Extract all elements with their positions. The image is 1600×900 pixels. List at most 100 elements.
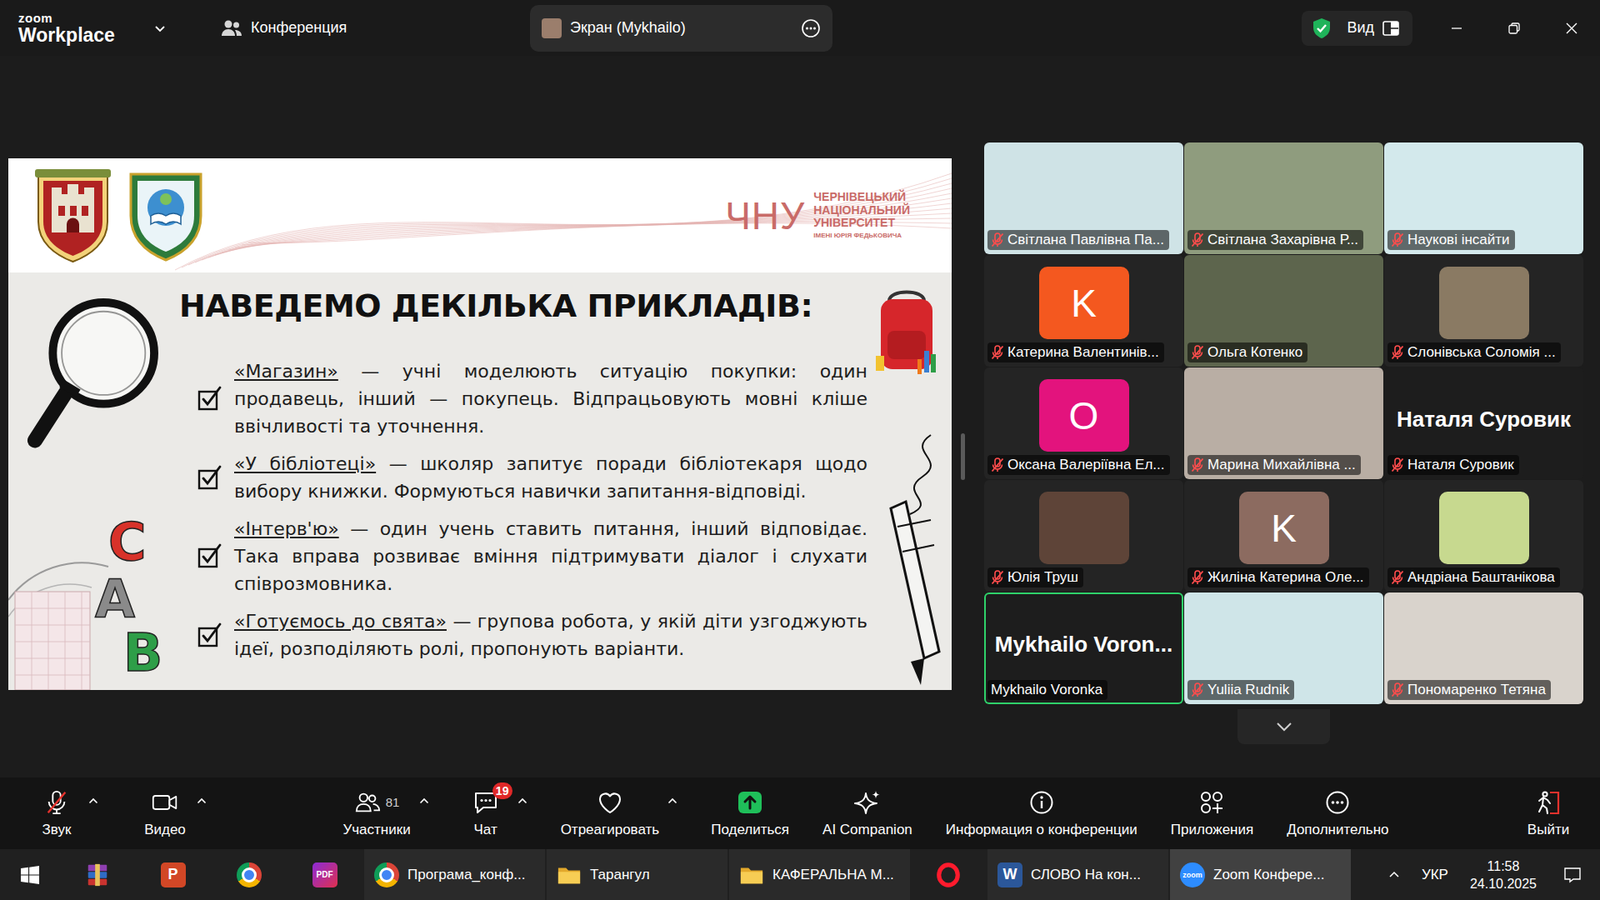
taskbar-item[interactable]: PDF bbox=[286, 849, 363, 900]
taskbar-item[interactable]: Тарангул bbox=[546, 849, 728, 900]
toolbar-icon-wrap bbox=[1324, 789, 1351, 816]
toolbar-button[interactable]: Приложения bbox=[1170, 789, 1254, 839]
participant-tile[interactable]: Світлана Павлівна Па... bbox=[984, 142, 1184, 255]
participant-name: Слонівська Соломія ... bbox=[1407, 344, 1556, 361]
minimize-button[interactable] bbox=[1427, 0, 1485, 56]
participant-tile[interactable]: Наталя СуровикНаталя Суровик bbox=[1384, 367, 1584, 480]
profile-picture bbox=[1439, 491, 1530, 565]
toolbar-button[interactable]: 81Участники bbox=[342, 789, 429, 839]
toolbar-button[interactable]: Звук bbox=[33, 789, 99, 839]
participant-tile[interactable]: Mykhailo Voron...Mykhailo Voronka bbox=[984, 592, 1184, 705]
toolbar-button[interactable]: AI Companion bbox=[822, 789, 913, 839]
participant-name: Марина Михайлівна ... bbox=[1207, 456, 1356, 474]
pdf-app-icon: PDF bbox=[312, 862, 338, 888]
toolbar-button[interactable]: Выйти bbox=[1525, 789, 1572, 839]
close-icon bbox=[1565, 21, 1579, 35]
toolbar-button[interactable]: Отреагировать bbox=[560, 789, 679, 839]
more-icon[interactable] bbox=[800, 18, 821, 39]
participant-tile[interactable]: Наукові інсайти bbox=[1384, 142, 1584, 255]
caret-up-icon[interactable] bbox=[419, 797, 430, 805]
taskbar-item[interactable]: Програма_конф... bbox=[364, 849, 545, 900]
participant-name-label: Слонівська Соломія ... bbox=[1387, 342, 1561, 363]
participant-name-label: Mykhailo Voronka bbox=[987, 680, 1108, 700]
winrar-icon bbox=[85, 862, 110, 888]
participant-name: Пономаренко Тетяна bbox=[1407, 681, 1546, 699]
taskbar-item[interactable] bbox=[910, 849, 986, 900]
taskbar-item[interactable]: zoomZoom Конфере... bbox=[1170, 849, 1351, 900]
mic-muted-icon bbox=[1390, 457, 1405, 473]
chrome-icon bbox=[374, 862, 400, 888]
restore-button[interactable] bbox=[1485, 0, 1543, 56]
toolbar-button[interactable]: Видео bbox=[141, 789, 207, 839]
close-button[interactable] bbox=[1542, 0, 1600, 56]
example-term: «Інтерв'ю» bbox=[234, 518, 340, 540]
slide-content: НАВЕДЕМО ДЕКІЛЬКА ПРИКЛАДІВ:«Магазин» — … bbox=[179, 272, 873, 690]
toolbar-group: 81Участники 19Чат Отреагировать Поделиться A… bbox=[206, 789, 1525, 839]
toolbar-button[interactable]: Поделиться bbox=[710, 789, 790, 839]
example-term: «Готуємось до свята» bbox=[234, 610, 447, 632]
view-button[interactable]: Вид bbox=[1301, 10, 1413, 46]
hidden-icons-icon[interactable] bbox=[1376, 870, 1412, 880]
toolbar-button[interactable]: Дополнительно bbox=[1286, 789, 1389, 839]
clock-date: 24.10.2025 bbox=[1470, 875, 1537, 893]
taskbar-item[interactable]: P bbox=[135, 849, 211, 900]
participant-name-label: Андріана Баштанікова bbox=[1387, 567, 1560, 588]
example-text: «Інтерв'ю» — один учень ставить питання,… bbox=[234, 515, 873, 598]
toolbar-button[interactable]: Информация о конференции bbox=[945, 789, 1138, 839]
participant-tile[interactable]: OОксана Валеріївна Ел... bbox=[984, 367, 1184, 480]
taskbar-item[interactable]: WСЛОВО На кон... bbox=[987, 849, 1169, 900]
clock[interactable]: 11:5824.10.2025 bbox=[1458, 857, 1549, 893]
chevron-down-icon[interactable] bbox=[154, 22, 166, 35]
participant-tile[interactable]: Yuliia Rudnik bbox=[1184, 592, 1384, 705]
chrome-icon-center bbox=[241, 867, 257, 883]
toolbar-icon-wrap bbox=[43, 789, 70, 816]
input-language[interactable]: УКР bbox=[1411, 866, 1459, 884]
taskbar-item[interactable]: КАФЕРАЛЬНА М... bbox=[729, 849, 910, 900]
splitter[interactable] bbox=[959, 55, 966, 778]
participant-tile[interactable]: Світлана Захарівна Р... bbox=[1184, 142, 1384, 255]
notifications-icon[interactable] bbox=[1548, 866, 1600, 884]
powerpoint-icon: P bbox=[160, 862, 186, 888]
brand-name: Workplace bbox=[18, 25, 144, 45]
participant-name-label: Пономаренко Тетяна bbox=[1387, 680, 1551, 700]
participant-tile[interactable]: Андріана Баштанікова bbox=[1384, 480, 1584, 592]
toolbar-label: AI Companion bbox=[822, 821, 913, 839]
toolbar-icon-wrap bbox=[1535, 789, 1562, 816]
toolbar-button[interactable]: 19Чат bbox=[462, 789, 528, 839]
participant-tile[interactable]: KЖиліна Катерина Оле... bbox=[1184, 480, 1384, 592]
caret-up-icon[interactable] bbox=[517, 797, 528, 805]
participant-tile[interactable]: Юлія Труш bbox=[984, 480, 1184, 592]
splitter-handle[interactable] bbox=[960, 433, 965, 480]
zoom-window: zoomWorkplaceКонференцияЭкран (Mykhailo)… bbox=[0, 0, 1600, 900]
taskbar-item[interactable] bbox=[0, 849, 60, 900]
participant-tile[interactable]: Слонівська Соломія ... bbox=[1384, 255, 1584, 367]
next-page-button[interactable] bbox=[1237, 709, 1330, 745]
university-name-line: УНІВЕРСИТЕТ bbox=[813, 216, 910, 230]
participant-tile[interactable]: KКатерина Валентинів... bbox=[984, 255, 1184, 367]
participant-gallery: Світлана Павлівна Па...Світлана Захарівн… bbox=[965, 55, 1600, 778]
window-tab[interactable]: Экран (Mykhailo) bbox=[530, 5, 833, 52]
checkbox-icon bbox=[197, 465, 223, 490]
participant-name: Катерина Валентинів... bbox=[1007, 344, 1160, 361]
participant-tile[interactable]: Марина Михайлівна ... bbox=[1184, 367, 1384, 480]
toolbar-button-body: AI Companion bbox=[822, 789, 913, 839]
unread-badge: 19 bbox=[492, 782, 513, 800]
example-item: «Магазин» — учні моделюють ситуацію поку… bbox=[179, 357, 873, 440]
toolbar-button-body: Отреагировать bbox=[560, 789, 660, 839]
view-label: Вид bbox=[1346, 19, 1375, 37]
caret-up-icon[interactable] bbox=[88, 797, 99, 805]
university-name-line: НАЦІОНАЛЬНИЙ bbox=[813, 204, 910, 218]
participant-tile[interactable]: Пономаренко Тетяна bbox=[1384, 592, 1584, 705]
toolbar-label: Поделиться bbox=[710, 821, 790, 839]
example-list: «Магазин» — учні моделюють ситуацію поку… bbox=[179, 357, 873, 663]
tab-label: Конференция bbox=[250, 19, 530, 37]
example-text: «У бібліотеці» — школяр запитує поради б… bbox=[234, 450, 873, 505]
toolbar-button-body: Приложения bbox=[1170, 789, 1254, 839]
taskbar-item[interactable] bbox=[210, 849, 287, 900]
caret-up-icon[interactable] bbox=[667, 797, 678, 805]
caret-up-icon[interactable] bbox=[196, 797, 207, 805]
taskbar-item[interactable] bbox=[59, 849, 135, 900]
gallery-pager bbox=[984, 709, 1584, 745]
window-tab[interactable]: Конференция bbox=[209, 19, 530, 38]
participant-tile[interactable]: Ольга Котенко bbox=[1184, 255, 1384, 367]
